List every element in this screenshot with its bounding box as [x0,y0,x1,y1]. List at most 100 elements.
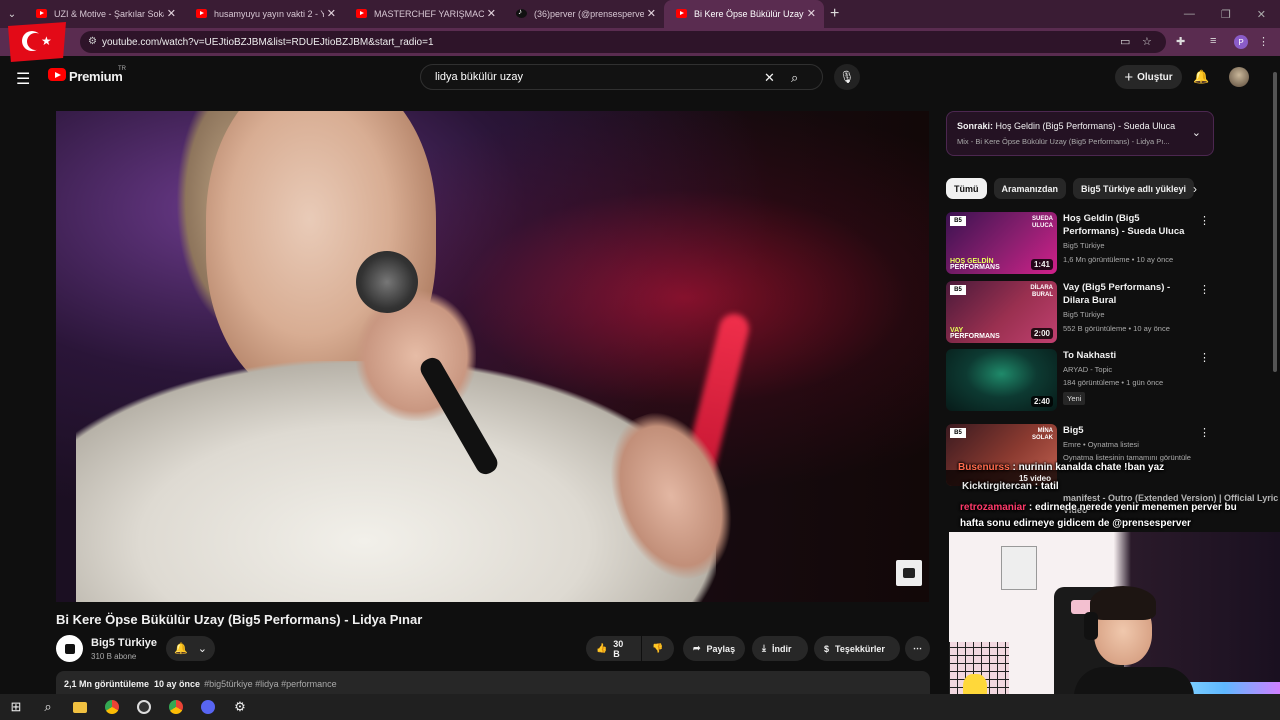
hashtags[interactable]: #big5türkiye #lidya #performance [204,679,337,689]
close-icon[interactable]: ✕ [487,7,496,20]
chevron-down-icon[interactable]: ⌄ [1192,126,1201,139]
minimize-icon[interactable]: — [1184,8,1195,20]
window-controls: — ❐ ✕ [1184,0,1280,28]
streamer-webcam [949,532,1280,720]
hamburger-menu-icon[interactable]: ☰ [16,69,30,89]
microphone-head [356,251,418,313]
extensions-icon[interactable]: ✚ [1176,35,1185,48]
webcam-poster [1001,546,1037,590]
settings-gear-icon[interactable]: ⚙ [224,694,256,720]
more-actions-button[interactable]: ⋯ [905,636,930,661]
search-icon[interactable]: ⌕ [791,70,798,86]
video-title: Bi Kere Öpse Bükülür Uzay (Big5 Performa… [56,612,423,627]
new-tab-button[interactable]: + [830,5,839,23]
download-icon: ⤓ [762,643,766,653]
super-thanks-icon: $ [824,643,830,654]
cast-icon[interactable]: ▭ [1120,35,1130,48]
close-icon[interactable]: ✕ [327,7,336,20]
bookmark-star-icon[interactable]: ☆ [1142,35,1152,48]
create-button[interactable]: + Oluştur [1115,65,1182,89]
video-channel[interactable]: Big5 Türkiye [1063,241,1105,250]
menu-kebab-icon[interactable]: ⋮ [1258,35,1269,48]
scrollbar-thumb[interactable] [1273,72,1277,372]
browser-tab[interactable]: husamyuyu yayın vakti 2 - YouT✕ [184,0,344,28]
maximize-icon[interactable]: ❐ [1221,8,1231,21]
download-label: İndir [771,643,792,654]
channel-name[interactable]: Big5 Türkiye [91,637,157,649]
thanks-button[interactable]: $ Teşekkürler [814,636,900,661]
browser-tab[interactable]: (36)perver (@prensesperver) | T✕ [504,0,664,28]
duration-badge: 1:41 [1030,259,1053,270]
kebab-menu-icon[interactable]: ⋮ [1199,283,1210,296]
account-avatar[interactable] [1229,67,1249,87]
site-info-icon[interactable]: ⚙ [88,36,97,47]
video-title[interactable]: Vay (Big5 Performans) - Dilara Bural [1063,281,1198,307]
like-count: 30 B [613,638,624,659]
playlist-thumbnail[interactable]: B5 MİNA SOLAK 15 video [946,424,1057,486]
up-next-prefix: Sonraki: [957,121,994,131]
subscription-bell-button[interactable]: 🔔 ⌄ [166,636,215,661]
chip-uploader[interactable]: Big5 Türkiye adlı yükleyi [1073,178,1195,199]
taskbar-search-icon[interactable]: ⌕ [32,694,64,720]
thumbs-down-icon: 👎 [652,643,664,653]
windows-start-icon[interactable]: ⊞ [0,694,32,720]
close-icon[interactable]: ✕ [647,7,656,20]
chrome-icon[interactable] [96,694,128,720]
kebab-menu-icon[interactable]: ⋮ [1199,426,1210,439]
browser-tab[interactable]: MASTERCHEF YARIŞMACILARIN✕ [344,0,504,28]
discord-icon[interactable] [192,694,224,720]
description-box[interactable]: 2,1 Mn görüntüleme 10 ay önce #big5türkiy… [56,671,930,695]
microphone-icon[interactable]: 🎙 [834,64,860,90]
related-video[interactable]: 2:40 To Nakhasti ARYAD - Topic 184 görün… [946,349,1212,413]
search-input[interactable] [435,71,735,83]
video-player[interactable] [56,111,929,602]
windows-taskbar: ⊞ ⌕ ⚙ [0,694,1280,720]
new-badge: Yeni [1063,392,1086,405]
chevron-right-icon[interactable]: › [1193,182,1197,196]
close-icon[interactable]: ✕ [807,7,816,20]
profile-avatar[interactable]: P [1234,35,1248,49]
file-explorer-icon[interactable] [64,694,96,720]
video-title[interactable]: Hoş Geldin (Big5 Performans) - Sueda Ulu… [1063,212,1198,238]
close-window-icon[interactable]: ✕ [1257,8,1266,21]
related-video[interactable]: B5 DİLARA BURAL VAY PERFORMANS 2:00 Vay (Big5… [946,281,1212,345]
close-icon[interactable]: ✕ [167,7,176,20]
kebab-menu-icon[interactable]: ⋮ [1199,214,1210,227]
video-channel[interactable]: Big5 Türkiye [1063,310,1105,319]
chip-all[interactable]: Tümü [946,178,987,199]
video-channel[interactable]: ARYAD - Topic [1063,365,1112,374]
youtube-logo-icon[interactable] [48,68,66,81]
share-button[interactable]: ➦ Paylaş [683,636,745,661]
like-button[interactable]: 👍 30 B [586,636,641,661]
video-thumbnail[interactable]: B5 SUEDA ULUCA HOŞ GELDİN PERFORMANS 1:41 [946,212,1057,274]
notifications-bell-icon[interactable]: 🔔 [1193,69,1209,85]
page-scrollbar[interactable] [1270,56,1280,696]
reading-list-icon[interactable]: ≡ [1210,35,1216,47]
clear-search-icon[interactable]: ✕ [764,70,775,86]
playlist-channel[interactable]: Emre • Oynatma listesi [1063,440,1139,449]
playlist-title[interactable]: Big5 [1063,424,1198,437]
video-thumbnail[interactable]: 2:40 [946,349,1057,411]
video-thumbnail[interactable]: B5 DİLARA BURAL VAY PERFORMANS 2:00 [946,281,1057,343]
related-playlist[interactable]: B5 MİNA SOLAK 15 video Big5 Emre • Oynatma … [946,424,1212,488]
obs-icon[interactable] [128,694,160,720]
url-bar[interactable]: ⚙ youtube.com/watch?v=UEJtioBZJBM&list=R… [80,31,1166,53]
chat-text: tatil [1040,481,1059,492]
chip-from-search[interactable]: Aramanızdan [993,178,1067,199]
view-count: 2,1 Mn görüntüleme [64,679,150,689]
browser-tab-active[interactable]: Bi Kere Öpse Bükülür Uzay (Big✕ [664,0,824,28]
download-button[interactable]: ⤓ İndir [752,636,808,661]
up-next-panel[interactable]: Sonraki: Hoş Geldin (Big5 Performans) - … [946,111,1214,156]
channel-avatar[interactable] [56,635,83,662]
thanks-label: Teşekkürler [835,643,885,654]
chat-message: Busenurss : nurinin kanalda chate !ban y… [958,462,1165,473]
brand-label[interactable]: Premium [69,69,123,84]
dislike-button[interactable]: 👎 [642,636,674,661]
video-title[interactable]: To Nakhasti [1063,349,1198,362]
channel-watermark-icon[interactable] [896,560,922,586]
playlist-view-all[interactable]: Oynatma listesinin tamamını görüntüle [1063,453,1191,462]
chrome-profile-icon[interactable] [160,694,192,720]
kebab-menu-icon[interactable]: ⋮ [1199,351,1210,364]
tab-search-button[interactable]: ⌄ [0,0,24,28]
related-video[interactable]: B5 SUEDA ULUCA HOŞ GELDİN PERFORMANS 1:41 Hoş… [946,212,1212,276]
